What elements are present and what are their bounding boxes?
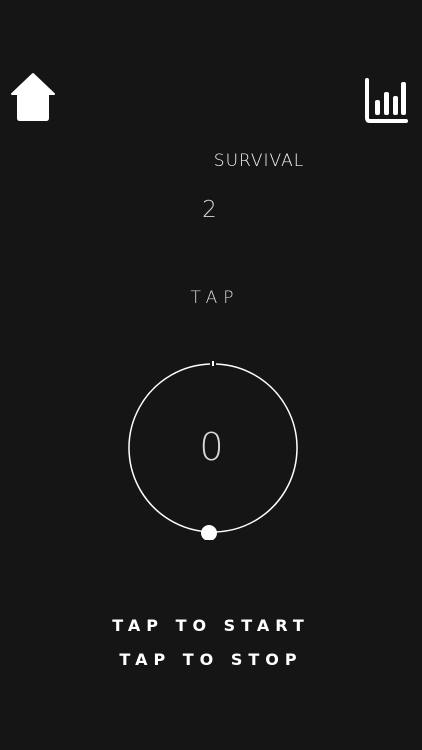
bar-chart-icon [365,78,408,123]
home-icon [11,73,55,121]
home-button[interactable] [10,72,56,122]
level-value: 2 [202,197,218,223]
stats-button[interactable] [364,78,408,124]
tap-prompt: TAP [190,288,240,308]
game-dial[interactable] [124,360,300,541]
tap-to-start-label: TAP TO START [112,616,310,635]
mode-label: SURVIVAL [213,151,305,171]
tap-to-stop-label: TAP TO STOP [119,650,303,669]
moving-dot [201,525,217,541]
dial-ring [128,361,298,541]
